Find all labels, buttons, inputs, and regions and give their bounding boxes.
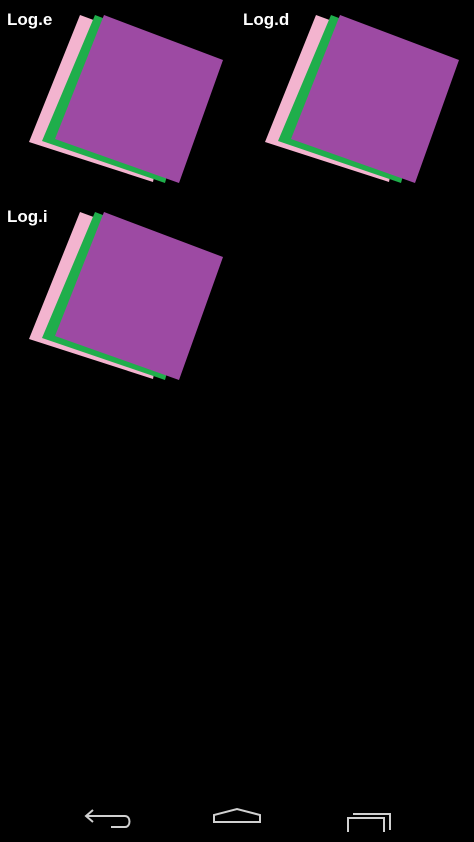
tile-label: Log.d xyxy=(243,10,290,29)
stacked-squares-art xyxy=(29,15,223,183)
system-navigation-bar xyxy=(0,782,474,842)
app-screen: Log.e Log.d Log.i xyxy=(0,0,474,842)
recents-button[interactable] xyxy=(330,792,410,832)
tile-label: Log.i xyxy=(7,207,48,226)
tile-log-e[interactable]: Log.e xyxy=(7,10,237,200)
back-icon xyxy=(84,809,131,828)
home-icon xyxy=(213,807,261,823)
home-button[interactable] xyxy=(197,792,277,832)
tile-log-i[interactable]: Log.i xyxy=(7,207,237,397)
stacked-squares-art xyxy=(29,212,223,380)
recents-icon xyxy=(347,813,391,832)
tile-log-d[interactable]: Log.d xyxy=(243,10,473,200)
back-button[interactable] xyxy=(65,792,145,832)
stacked-squares-art xyxy=(265,15,459,183)
tile-label: Log.e xyxy=(7,10,53,29)
